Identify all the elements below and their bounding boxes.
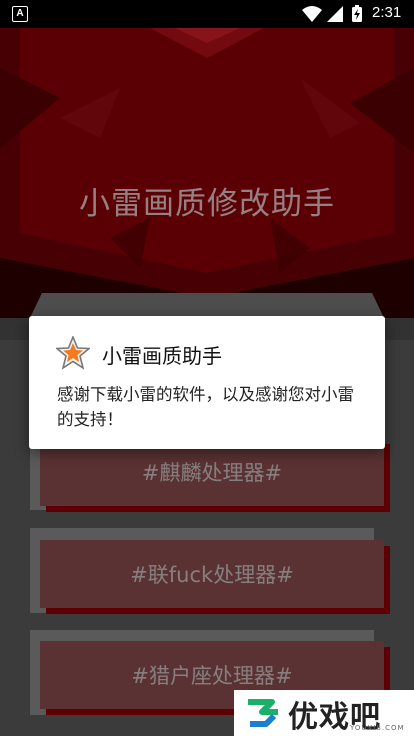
dialog-message: 感谢下载小雷的软件，以及感谢您对小雷的支持！ — [57, 385, 354, 429]
dialog-title: 小雷画质助手 — [102, 344, 222, 368]
notification-icon: A — [12, 6, 28, 22]
clock: 2:31 — [372, 4, 402, 21]
watermark-logo-icon — [248, 699, 278, 727]
battery-charging-icon — [352, 5, 362, 22]
wifi-icon — [302, 6, 322, 22]
alert-dialog: 小雷画质助手 感谢下载小雷的软件，以及感谢您对小雷的支持！ — [29, 316, 385, 449]
star-icon — [56, 336, 90, 370]
watermark-subtext: YOUXI8.COM — [350, 724, 405, 732]
watermark: 优戏吧 YOUXI8.COM — [234, 690, 414, 736]
status-bar: A 2:31 — [0, 0, 414, 28]
cell-signal-icon — [327, 6, 343, 22]
